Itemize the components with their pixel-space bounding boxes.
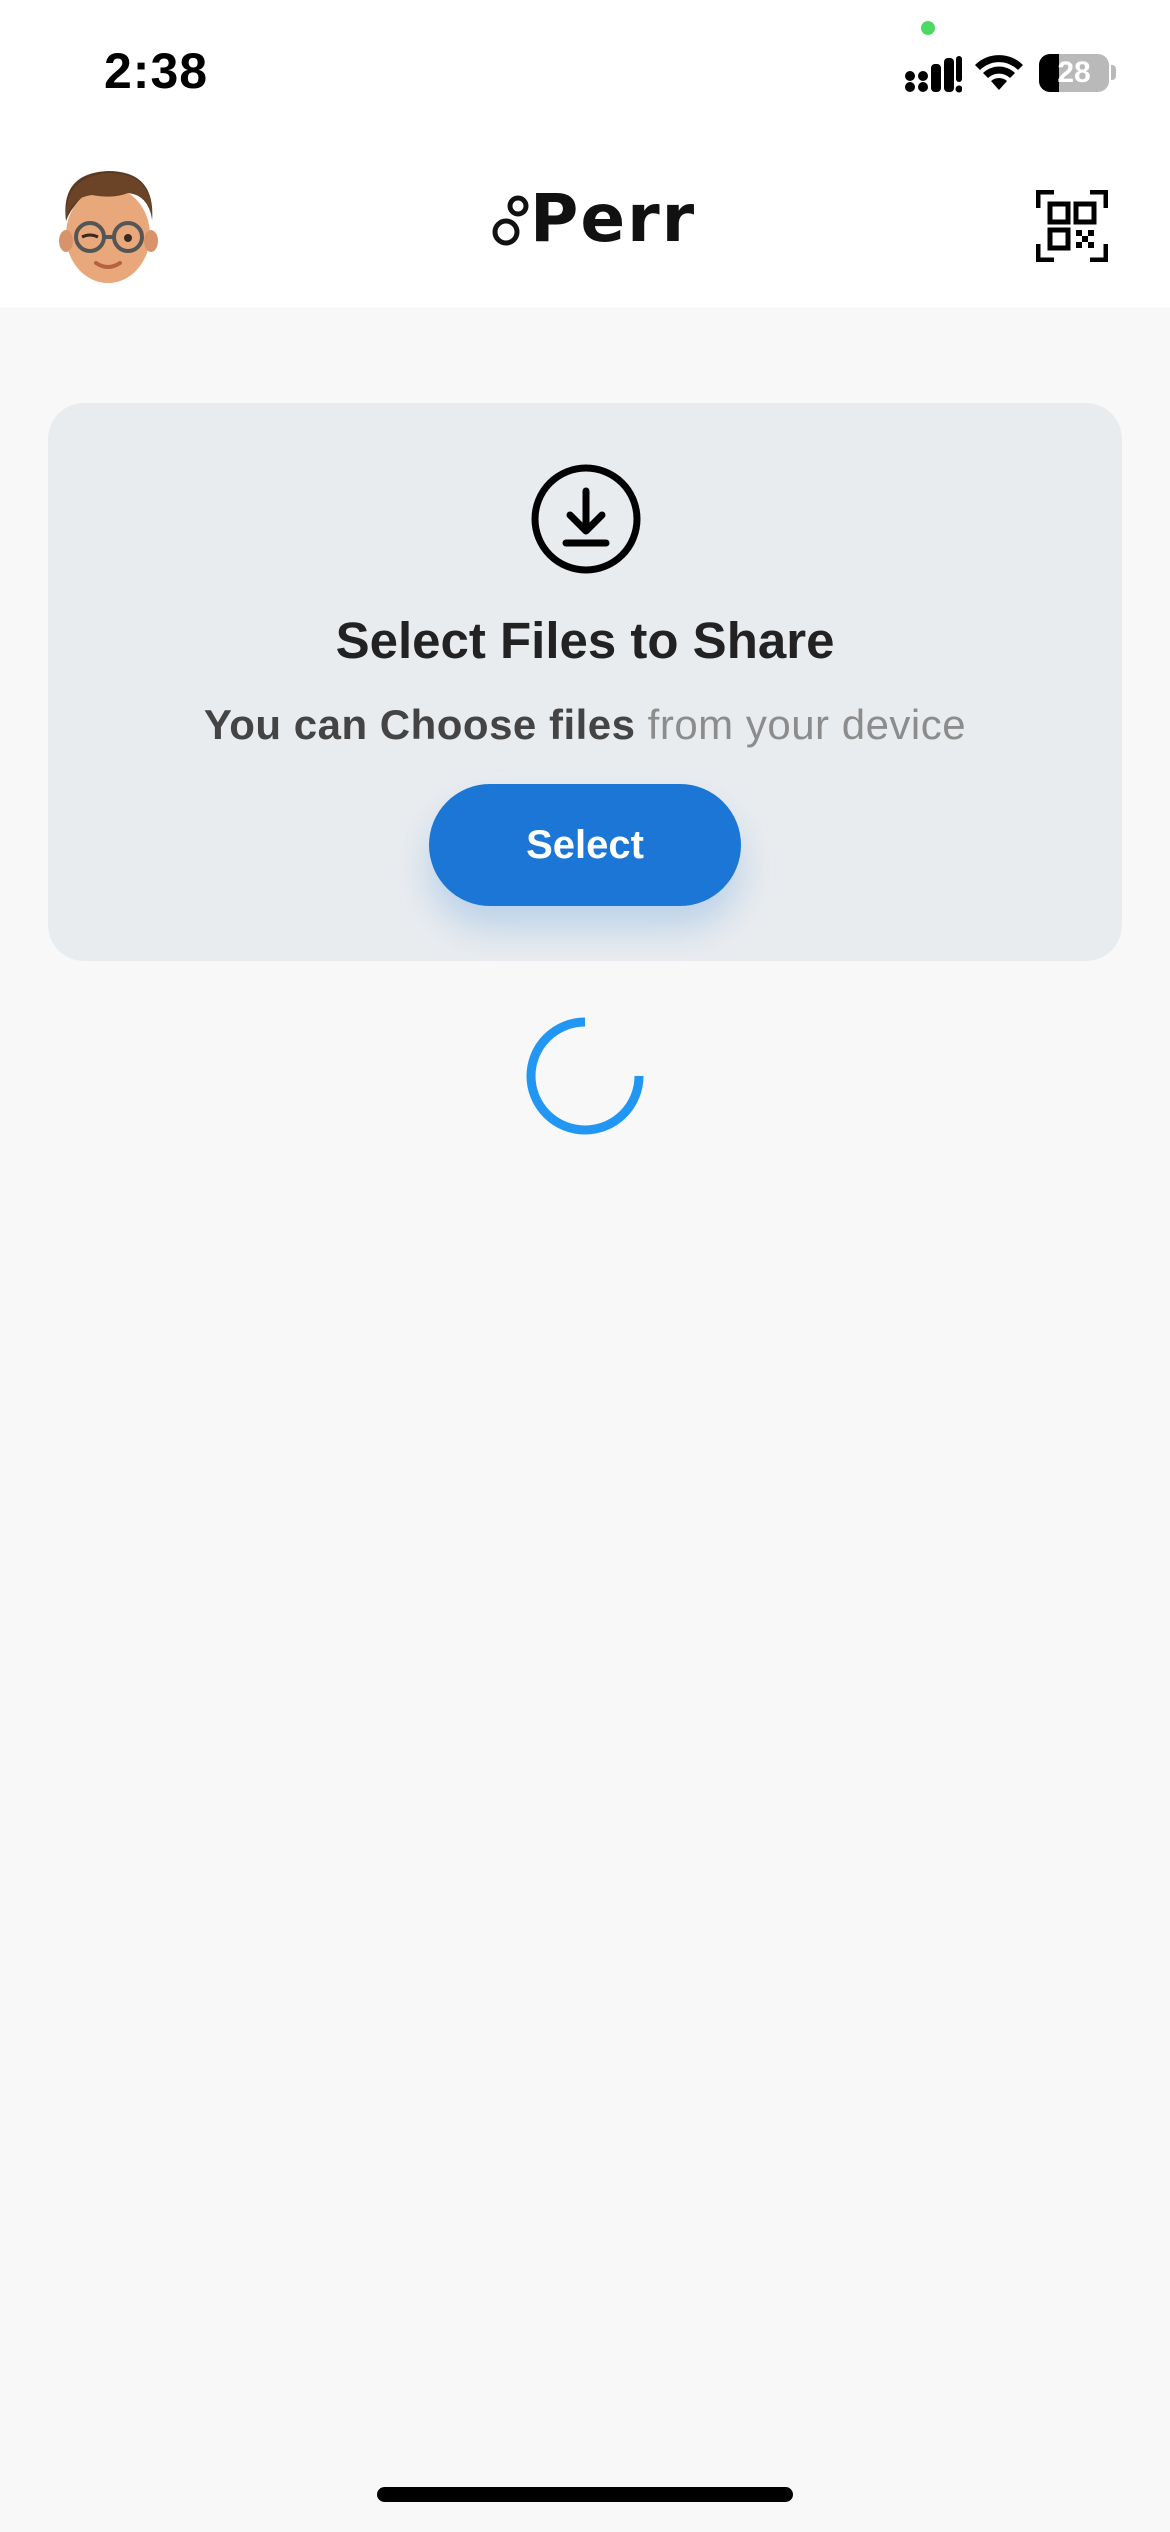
logo-text: Perr bbox=[530, 180, 697, 257]
battery-icon: 28 bbox=[1039, 54, 1109, 92]
download-circle-icon bbox=[531, 464, 641, 574]
loading-spinner-icon bbox=[526, 1017, 644, 1135]
card-title: Select Files to Share bbox=[335, 612, 835, 669]
logo-mark-icon bbox=[492, 195, 529, 246]
app-logo: Perr bbox=[492, 180, 694, 260]
avatar[interactable] bbox=[56, 163, 160, 287]
file-select-card: Select Files to Share You can Choose fil… bbox=[48, 403, 1122, 961]
cellular-signal-icon bbox=[905, 56, 962, 93]
home-indicator bbox=[377, 2487, 793, 2502]
wifi-icon bbox=[975, 55, 1023, 90]
app-header: Perr bbox=[0, 150, 1170, 307]
status-bar: 2:38 28 bbox=[0, 0, 1170, 150]
select-button[interactable]: Select bbox=[429, 784, 741, 906]
card-subtitle: You can Choose files from your device bbox=[48, 701, 1122, 749]
battery-level-text: 28 bbox=[1057, 56, 1091, 89]
card-subtitle-strong: You can Choose files bbox=[203, 701, 636, 748]
battery-cap bbox=[1111, 65, 1116, 80]
card-subtitle-rest: from your device bbox=[635, 701, 967, 748]
spinner-arc bbox=[526, 1017, 644, 1135]
status-time: 2:38 bbox=[104, 43, 209, 99]
qr-scan-icon[interactable] bbox=[1036, 190, 1108, 262]
privacy-indicator-dot bbox=[921, 21, 935, 35]
